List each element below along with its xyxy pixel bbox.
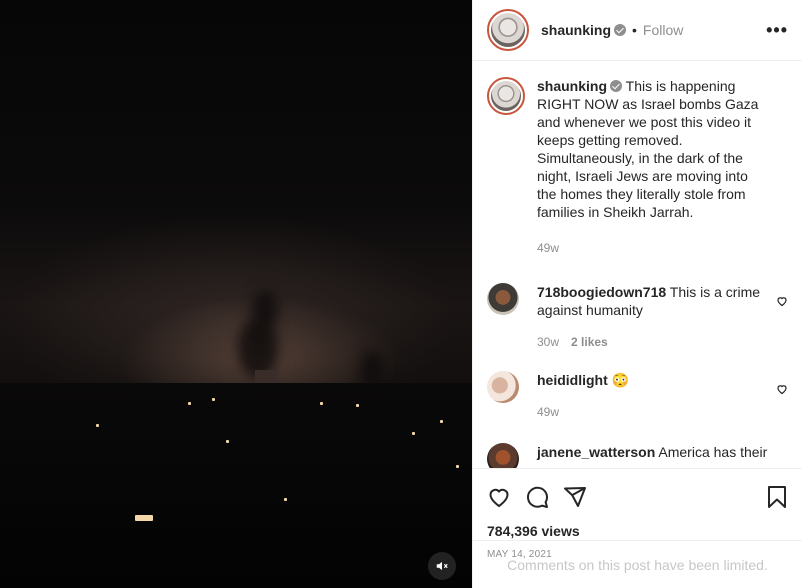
like-comment-heart-icon[interactable] <box>776 383 788 395</box>
comments-limited-notice: Comments on this post have been limited. <box>473 540 802 588</box>
verified-badge-icon <box>614 24 627 36</box>
city-silhouette <box>0 383 472 588</box>
avatar[interactable] <box>487 443 519 468</box>
bookmark-icon[interactable] <box>766 485 788 509</box>
more-options-button[interactable]: ••• <box>766 20 788 41</box>
follow-button[interactable]: Follow <box>643 22 683 38</box>
comment: heididlight 😳 49w <box>487 371 788 421</box>
caption-username[interactable]: shaunking <box>537 78 607 94</box>
avatar[interactable] <box>487 283 519 315</box>
like-comment-heart-icon[interactable] <box>776 295 788 307</box>
comment-text: America has their <box>658 444 768 460</box>
post-sidebar: shaunking • Follow ••• shaunking This is… <box>472 0 802 588</box>
avatar[interactable] <box>487 9 529 51</box>
comment-likes[interactable]: 2 likes <box>571 335 608 349</box>
comment-time[interactable]: 49w <box>537 405 559 419</box>
avatar[interactable] <box>487 371 519 403</box>
comment: 718boogiedown718 This is a crime against… <box>487 283 788 351</box>
caption-text: This is happening RIGHT NOW as Israel bo… <box>537 78 759 220</box>
video-player[interactable] <box>0 0 472 588</box>
instagram-post: shaunking • Follow ••• shaunking This is… <box>0 0 802 588</box>
comment-text: 😳 <box>611 372 630 388</box>
caption: shaunking This is happening RIGHT NOW as… <box>487 77 788 257</box>
heart-icon[interactable] <box>487 485 511 509</box>
comment-username[interactable]: janene_watterson <box>537 444 655 460</box>
avatar[interactable] <box>487 77 525 115</box>
share-icon[interactable] <box>563 485 587 509</box>
muted-speaker-icon <box>436 561 448 571</box>
comment-icon[interactable] <box>525 485 549 509</box>
smoke-plume <box>252 290 278 330</box>
comments-list[interactable]: shaunking This is happening RIGHT NOW as… <box>473 61 802 468</box>
comment-time[interactable]: 30w <box>537 335 559 349</box>
comment-username[interactable]: heididlight <box>537 372 608 388</box>
comment-username[interactable]: 718boogiedown718 <box>537 284 666 300</box>
view-count[interactable]: 784,396 views <box>487 523 788 539</box>
comment: janene_watterson America has their <box>487 443 788 468</box>
caption-time[interactable]: 49w <box>537 241 559 255</box>
separator: • <box>632 22 637 38</box>
author-username[interactable]: shaunking <box>541 22 611 38</box>
post-header: shaunking • Follow ••• <box>473 0 802 61</box>
verified-badge-icon <box>610 80 623 92</box>
mute-toggle-button[interactable] <box>428 552 456 580</box>
post-actions: 784,396 views MAY 14, 2021 Comments on t… <box>473 468 802 588</box>
